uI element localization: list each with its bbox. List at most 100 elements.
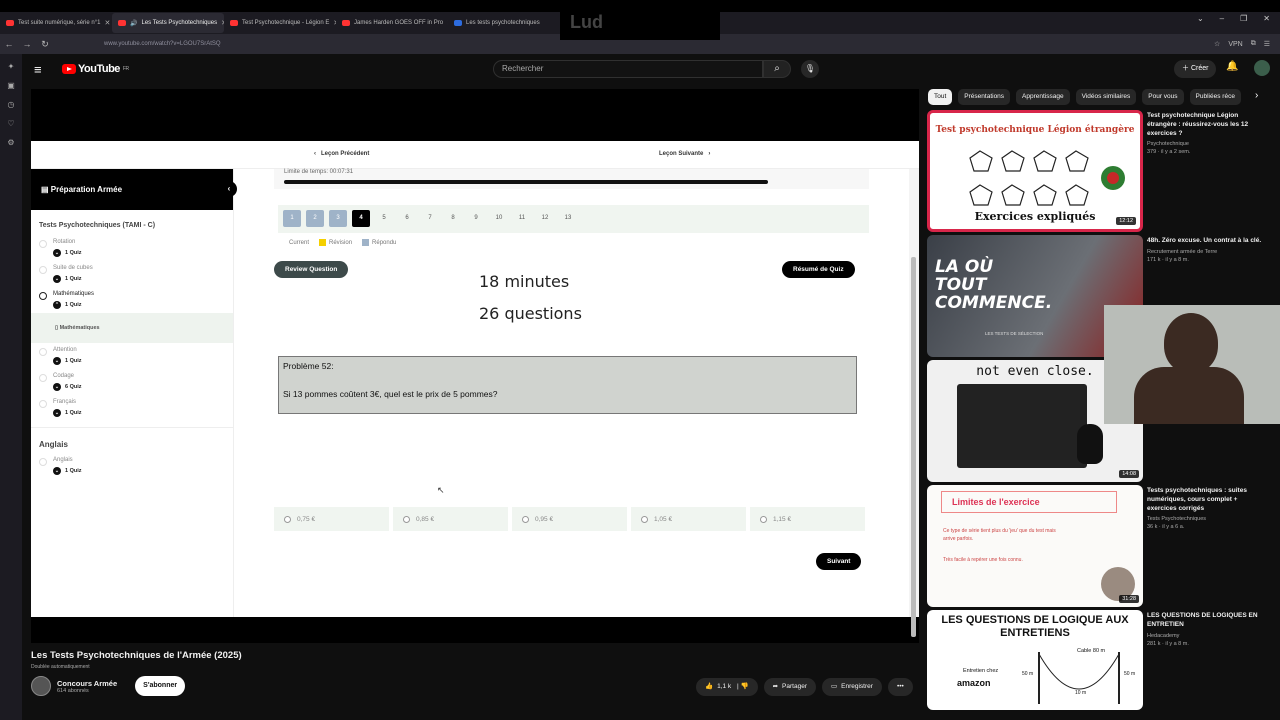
- recommendation-title[interactable]: 48h. Zéro excuse. Un contrat à la clé.: [1147, 237, 1267, 246]
- search-input[interactable]: Rechercher: [493, 60, 763, 78]
- review-question-button[interactable]: Review Question: [274, 261, 349, 278]
- quiz-count[interactable]: ⌄ 1 Quiz: [53, 409, 225, 417]
- like-button[interactable]: 👍 1,1 k | 👎: [696, 678, 758, 696]
- lesson-item-attention[interactable]: Attention ⌄ 1 Quiz: [31, 343, 233, 369]
- account-avatar[interactable]: [1254, 60, 1270, 76]
- menu-icon[interactable]: ☰: [1264, 40, 1270, 48]
- radio-icon[interactable]: [403, 515, 410, 523]
- quiz-count[interactable]: ⌃ 1 Quiz: [53, 301, 225, 309]
- bookmark-star-icon[interactable]: ☆: [1214, 40, 1220, 48]
- next-lesson-link[interactable]: Leçon Suivante ›: [659, 151, 710, 157]
- quiz-count[interactable]: ⌄ 1 Quiz: [53, 249, 225, 257]
- recommendation-title[interactable]: Test psychotechnique Légion étrangère : …: [1147, 112, 1267, 138]
- channel-name[interactable]: Concours Armée: [57, 679, 117, 688]
- recommendation-channel[interactable]: Psychotechnique: [1147, 141, 1267, 147]
- video-player[interactable]: ‹ Leçon Précédent Leçon Suivante › ▤ Pré…: [31, 89, 919, 643]
- chevron-right-icon[interactable]: ›: [1255, 90, 1258, 101]
- thumbs-down-icon[interactable]: | 👎: [735, 678, 749, 696]
- recommendation-channel[interactable]: Hedacademy: [1147, 633, 1267, 639]
- channel-avatar[interactable]: [31, 676, 51, 696]
- lesson-item-rotation[interactable]: Rotation ⌄ 1 Quiz: [31, 235, 233, 261]
- radio-icon[interactable]: [760, 515, 767, 523]
- radio-icon[interactable]: [522, 515, 529, 523]
- question-page-11[interactable]: 11: [513, 210, 531, 227]
- url-field[interactable]: www.youtube.com/watch?v=LGOU7SrAtSQ: [104, 41, 221, 47]
- browser-tab[interactable]: Les tests psychotechniques: [448, 13, 560, 33]
- bookmark-icon[interactable]: ♡: [7, 119, 14, 128]
- quiz-count[interactable]: ⌄ 1 Quiz: [53, 467, 225, 475]
- next-question-button[interactable]: Suivant: [816, 553, 862, 570]
- lesson-item-francais[interactable]: Français ⌄ 1 Quiz: [31, 395, 233, 421]
- question-page-5[interactable]: 5: [375, 210, 393, 227]
- scrollbar-thumb[interactable]: [911, 257, 916, 637]
- sidebar-icon[interactable]: ▣: [7, 81, 15, 90]
- question-page-8[interactable]: 8: [444, 210, 462, 227]
- lesson-item-anglais[interactable]: Anglais ⌄ 1 Quiz: [31, 453, 233, 479]
- hamburger-menu-icon[interactable]: ≡: [34, 62, 52, 77]
- reload-icon[interactable]: ↻: [36, 39, 54, 50]
- back-icon[interactable]: ←: [0, 39, 18, 49]
- browser-tab[interactable]: Test suite numérique, série n°1 ✕: [0, 13, 112, 33]
- quiz-summary-button[interactable]: Résumé de Quiz: [782, 261, 855, 278]
- previous-lesson-link[interactable]: ‹ Leçon Précédent: [314, 151, 369, 157]
- subscribe-button[interactable]: S'abonner: [135, 676, 186, 696]
- share-button[interactable]: ➦ Partager: [763, 678, 816, 696]
- radio-icon[interactable]: [641, 515, 648, 523]
- page-scrollbar[interactable]: [909, 169, 919, 637]
- history-icon[interactable]: ◷: [8, 100, 15, 109]
- video-thumbnail[interactable]: LES QUESTIONS DE LOGIQUE AUX ENTRETIENS …: [927, 610, 1143, 710]
- question-page-9[interactable]: 9: [467, 210, 485, 227]
- save-button[interactable]: ▭ Enregistrer: [821, 678, 882, 696]
- question-page-1[interactable]: 1: [283, 210, 301, 227]
- restore-icon[interactable]: ❐: [1240, 14, 1247, 23]
- browser-tab-active[interactable]: 🔊Les Tests Psychotechniques✕: [112, 13, 224, 33]
- answer-option[interactable]: 0,85 €: [393, 507, 508, 531]
- recommendation-title[interactable]: Tests psychotechniques : suites numériqu…: [1147, 487, 1267, 513]
- recommendation-channel[interactable]: Recrutement armée de Terre: [1147, 249, 1267, 255]
- quiz-count[interactable]: ⌄ 1 Quiz: [53, 275, 225, 283]
- quiz-subitem-math[interactable]: ▯ Mathématiques: [31, 313, 233, 343]
- forward-icon[interactable]: →: [18, 39, 36, 49]
- recommendation-item[interactable]: Test psychotechnique Légion étrangère Ex…: [927, 110, 1267, 232]
- chip-for-you[interactable]: Pour vous: [1142, 89, 1184, 105]
- radio-icon[interactable]: [284, 515, 291, 523]
- youtube-logo[interactable]: YouTube FR: [62, 63, 129, 75]
- lesson-item-math[interactable]: Mathématiques ⌃ 1 Quiz: [31, 287, 233, 313]
- chip-tout[interactable]: Tout: [928, 89, 953, 105]
- vpn-label[interactable]: VPN: [1228, 41, 1242, 48]
- question-page-12[interactable]: 12: [536, 210, 554, 227]
- lesson-item-cubes[interactable]: Suite de cubes ⌄ 1 Quiz: [31, 261, 233, 287]
- answer-option[interactable]: 1,15 €: [750, 507, 865, 531]
- sidebar-icon[interactable]: ✦: [8, 62, 15, 71]
- search-icon[interactable]: ⌕: [763, 60, 791, 78]
- question-page-2[interactable]: 2: [306, 210, 324, 227]
- recommendation-channel[interactable]: Tests Psychotechniques: [1147, 516, 1267, 522]
- quiz-count[interactable]: ⌄ 1 Quiz: [53, 357, 225, 365]
- answer-option[interactable]: 1,05 €: [631, 507, 746, 531]
- answer-option[interactable]: 0,95 €: [512, 507, 627, 531]
- create-button[interactable]: ＋ Créer: [1174, 60, 1217, 78]
- more-actions-icon[interactable]: •••: [887, 678, 913, 696]
- chip-presentations[interactable]: Présentations: [958, 89, 1011, 105]
- chip-similar[interactable]: Vidéos similaires: [1075, 89, 1137, 105]
- recommendation-item[interactable]: Limites de l'exercice Ce type de série t…: [927, 485, 1267, 607]
- video-thumbnail[interactable]: Limites de l'exercice Ce type de série t…: [927, 485, 1143, 607]
- audio-icon[interactable]: 🔊: [130, 20, 137, 27]
- question-page-4[interactable]: 4: [352, 210, 370, 227]
- lesson-item-codage[interactable]: Codage ⌄ 6 Quiz: [31, 369, 233, 395]
- tab-list-icon[interactable]: ⌄: [1197, 14, 1204, 23]
- sidebar-icon[interactable]: ⚙: [7, 138, 14, 147]
- question-page-10[interactable]: 10: [490, 210, 508, 227]
- question-page-7[interactable]: 7: [421, 210, 439, 227]
- video-thumbnail[interactable]: Test psychotechnique Légion étrangère Ex…: [927, 110, 1143, 232]
- quiz-count[interactable]: ⌄ 6 Quiz: [53, 383, 225, 391]
- chip-recent[interactable]: Publiées réce: [1189, 89, 1241, 105]
- close-tab-icon[interactable]: ✕: [104, 19, 110, 27]
- close-window-icon[interactable]: ✕: [1263, 14, 1270, 23]
- question-page-6[interactable]: 6: [398, 210, 416, 227]
- recommendation-item[interactable]: LES QUESTIONS DE LOGIQUE AUX ENTRETIENS …: [927, 610, 1267, 710]
- answer-option[interactable]: 0,75 €: [274, 507, 389, 531]
- recommendation-title[interactable]: LES QUESTIONS DE LOGIQUES EN ENTRETIEN: [1147, 612, 1267, 630]
- question-page-3[interactable]: 3: [329, 210, 347, 227]
- minimize-icon[interactable]: –: [1220, 14, 1224, 23]
